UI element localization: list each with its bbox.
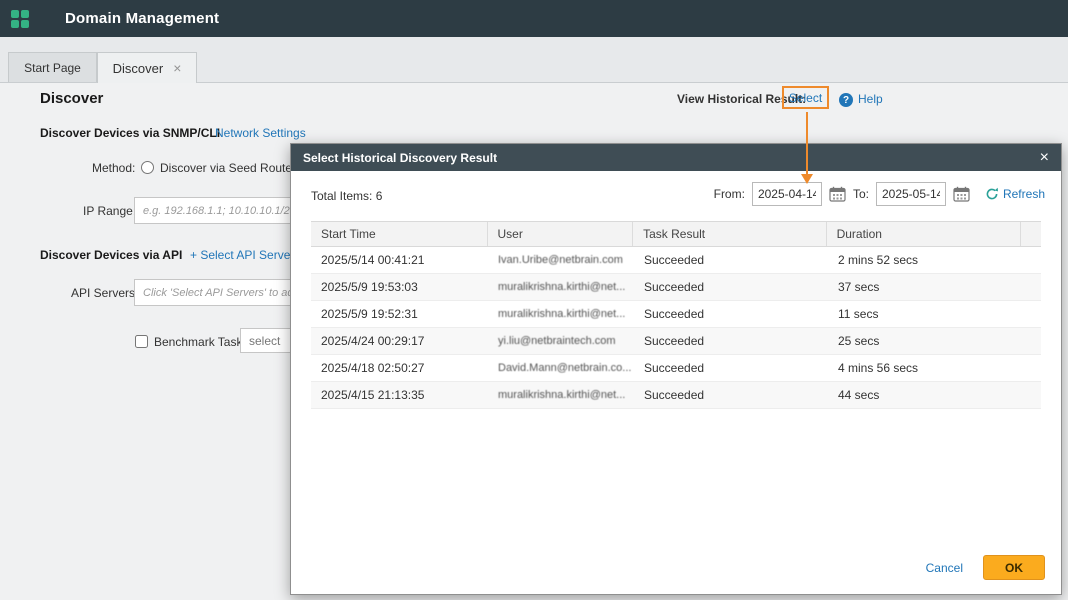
api-servers-label: API Servers:: [71, 286, 138, 300]
method-label: Method:: [92, 161, 135, 175]
tab-close-icon[interactable]: ×: [173, 61, 181, 75]
historical-result-dialog: Select Historical Discovery Result × Tot…: [290, 143, 1062, 595]
table-row[interactable]: 2025/5/14 00:41:21Ivan.Uribe@netbrain.co…: [311, 247, 1041, 274]
cell-task-result: Succeeded: [634, 307, 828, 321]
app-title: Domain Management: [65, 10, 219, 27]
column-start-time[interactable]: Start Time: [311, 222, 488, 246]
benchmark-task-select-value: select: [249, 334, 280, 348]
total-items-label: Total Items: 6: [311, 189, 382, 203]
help-link[interactable]: Help: [858, 92, 883, 106]
app-header: Domain Management: [0, 0, 1068, 37]
table-row[interactable]: 2025/4/24 00:29:17yi.liu@netbraintech.co…: [311, 328, 1041, 355]
cell-user: David.Mann@netbrain.co...: [488, 362, 634, 374]
cell-duration: 2 mins 52 secs: [828, 253, 1023, 267]
dialog-title: Select Historical Discovery Result: [303, 151, 1040, 165]
grid-square: [21, 10, 29, 18]
cell-user: muralikrishna.kirthi@net...: [488, 281, 634, 293]
cell-duration: 44 secs: [828, 388, 1023, 402]
snmp-section-label: Discover Devices via SNMP/CLI: [40, 126, 220, 140]
grid-square: [11, 10, 19, 18]
tab-discover-label: Discover: [113, 61, 164, 76]
select-api-servers-link[interactable]: + Select API Servers: [190, 248, 300, 262]
cell-duration: 11 secs: [828, 307, 1023, 321]
network-settings-link[interactable]: Network Settings: [215, 126, 306, 140]
tab-start-page[interactable]: Start Page: [8, 52, 97, 82]
tab-discover[interactable]: Discover ×: [97, 52, 197, 83]
column-user[interactable]: User: [488, 222, 634, 246]
refresh-label: Refresh: [1003, 187, 1045, 201]
dialog-footer: Cancel OK: [926, 555, 1045, 580]
dialog-close-icon[interactable]: ×: [1040, 150, 1049, 166]
to-label: To:: [853, 187, 869, 201]
tab-start-page-label: Start Page: [24, 61, 81, 75]
history-table-header: Start Time User Task Result Duration: [311, 221, 1041, 247]
benchmark-task-label: Benchmark Task:: [154, 335, 246, 349]
table-row[interactable]: 2025/5/9 19:52:31muralikrishna.kirthi@ne…: [311, 301, 1041, 328]
annotation-highlight-box: Select: [782, 86, 829, 109]
cell-task-result: Succeeded: [634, 388, 828, 402]
seed-routers-radio-label: Discover via Seed Routers: [160, 161, 302, 175]
annotation-arrow: [806, 112, 808, 175]
history-table: Start Time User Task Result Duration 202…: [311, 221, 1041, 409]
grid-square: [11, 20, 19, 28]
refresh-button[interactable]: Refresh: [985, 187, 1045, 201]
annotation-arrow-head: [801, 174, 813, 184]
cell-user: muralikrishna.kirthi@net...: [488, 389, 634, 401]
cell-duration: 37 secs: [828, 280, 1023, 294]
page-title: Discover: [40, 90, 103, 107]
history-table-body: 2025/5/14 00:41:21Ivan.Uribe@netbrain.co…: [311, 247, 1041, 409]
cell-start-time: 2025/5/14 00:41:21: [311, 253, 488, 267]
grid-square: [21, 20, 29, 28]
refresh-icon: [985, 187, 999, 201]
ip-range-label: IP Range:: [83, 204, 136, 218]
cell-duration: 4 mins 56 secs: [828, 361, 1023, 375]
table-row[interactable]: 2025/4/15 21:13:35muralikrishna.kirthi@n…: [311, 382, 1041, 409]
calendar-icon[interactable]: [829, 186, 846, 202]
column-filler: [1021, 222, 1041, 246]
cell-task-result: Succeeded: [634, 280, 828, 294]
cell-start-time: 2025/4/18 02:50:27: [311, 361, 488, 375]
cell-start-time: 2025/5/9 19:53:03: [311, 280, 488, 294]
seed-routers-radio[interactable]: [141, 161, 154, 174]
date-filter-row: From: To:: [714, 182, 1045, 206]
column-duration[interactable]: Duration: [827, 222, 1021, 246]
benchmark-task-checkbox[interactable]: [135, 335, 148, 348]
cell-start-time: 2025/4/15 21:13:35: [311, 388, 488, 402]
cell-task-result: Succeeded: [634, 361, 828, 375]
help-icon[interactable]: ?: [839, 93, 853, 107]
table-row[interactable]: 2025/4/18 02:50:27David.Mann@netbrain.co…: [311, 355, 1041, 382]
api-section-label: Discover Devices via API: [40, 248, 182, 262]
tab-bar: Start Page Discover ×: [0, 37, 1068, 83]
cell-user: yi.liu@netbraintech.com: [488, 335, 634, 347]
cell-start-time: 2025/4/24 00:29:17: [311, 334, 488, 348]
cancel-button[interactable]: Cancel: [926, 561, 963, 575]
column-task-result[interactable]: Task Result: [633, 222, 826, 246]
calendar-icon[interactable]: [953, 186, 970, 202]
cell-user: Ivan.Uribe@netbrain.com: [488, 254, 634, 266]
screen: Domain Management Start Page Discover × …: [0, 0, 1068, 600]
historical-select-link[interactable]: Select: [789, 91, 822, 105]
apps-grid-icon[interactable]: [11, 10, 29, 28]
ok-button[interactable]: OK: [983, 555, 1045, 580]
cell-start-time: 2025/5/9 19:52:31: [311, 307, 488, 321]
dialog-header: Select Historical Discovery Result ×: [291, 144, 1061, 171]
to-date-input[interactable]: [876, 182, 946, 206]
cell-task-result: Succeeded: [634, 334, 828, 348]
table-row[interactable]: 2025/5/9 19:53:03muralikrishna.kirthi@ne…: [311, 274, 1041, 301]
from-date-input[interactable]: [752, 182, 822, 206]
cell-user: muralikrishna.kirthi@net...: [488, 308, 634, 320]
cell-task-result: Succeeded: [634, 253, 828, 267]
from-label: From:: [714, 187, 745, 201]
cell-duration: 25 secs: [828, 334, 1023, 348]
